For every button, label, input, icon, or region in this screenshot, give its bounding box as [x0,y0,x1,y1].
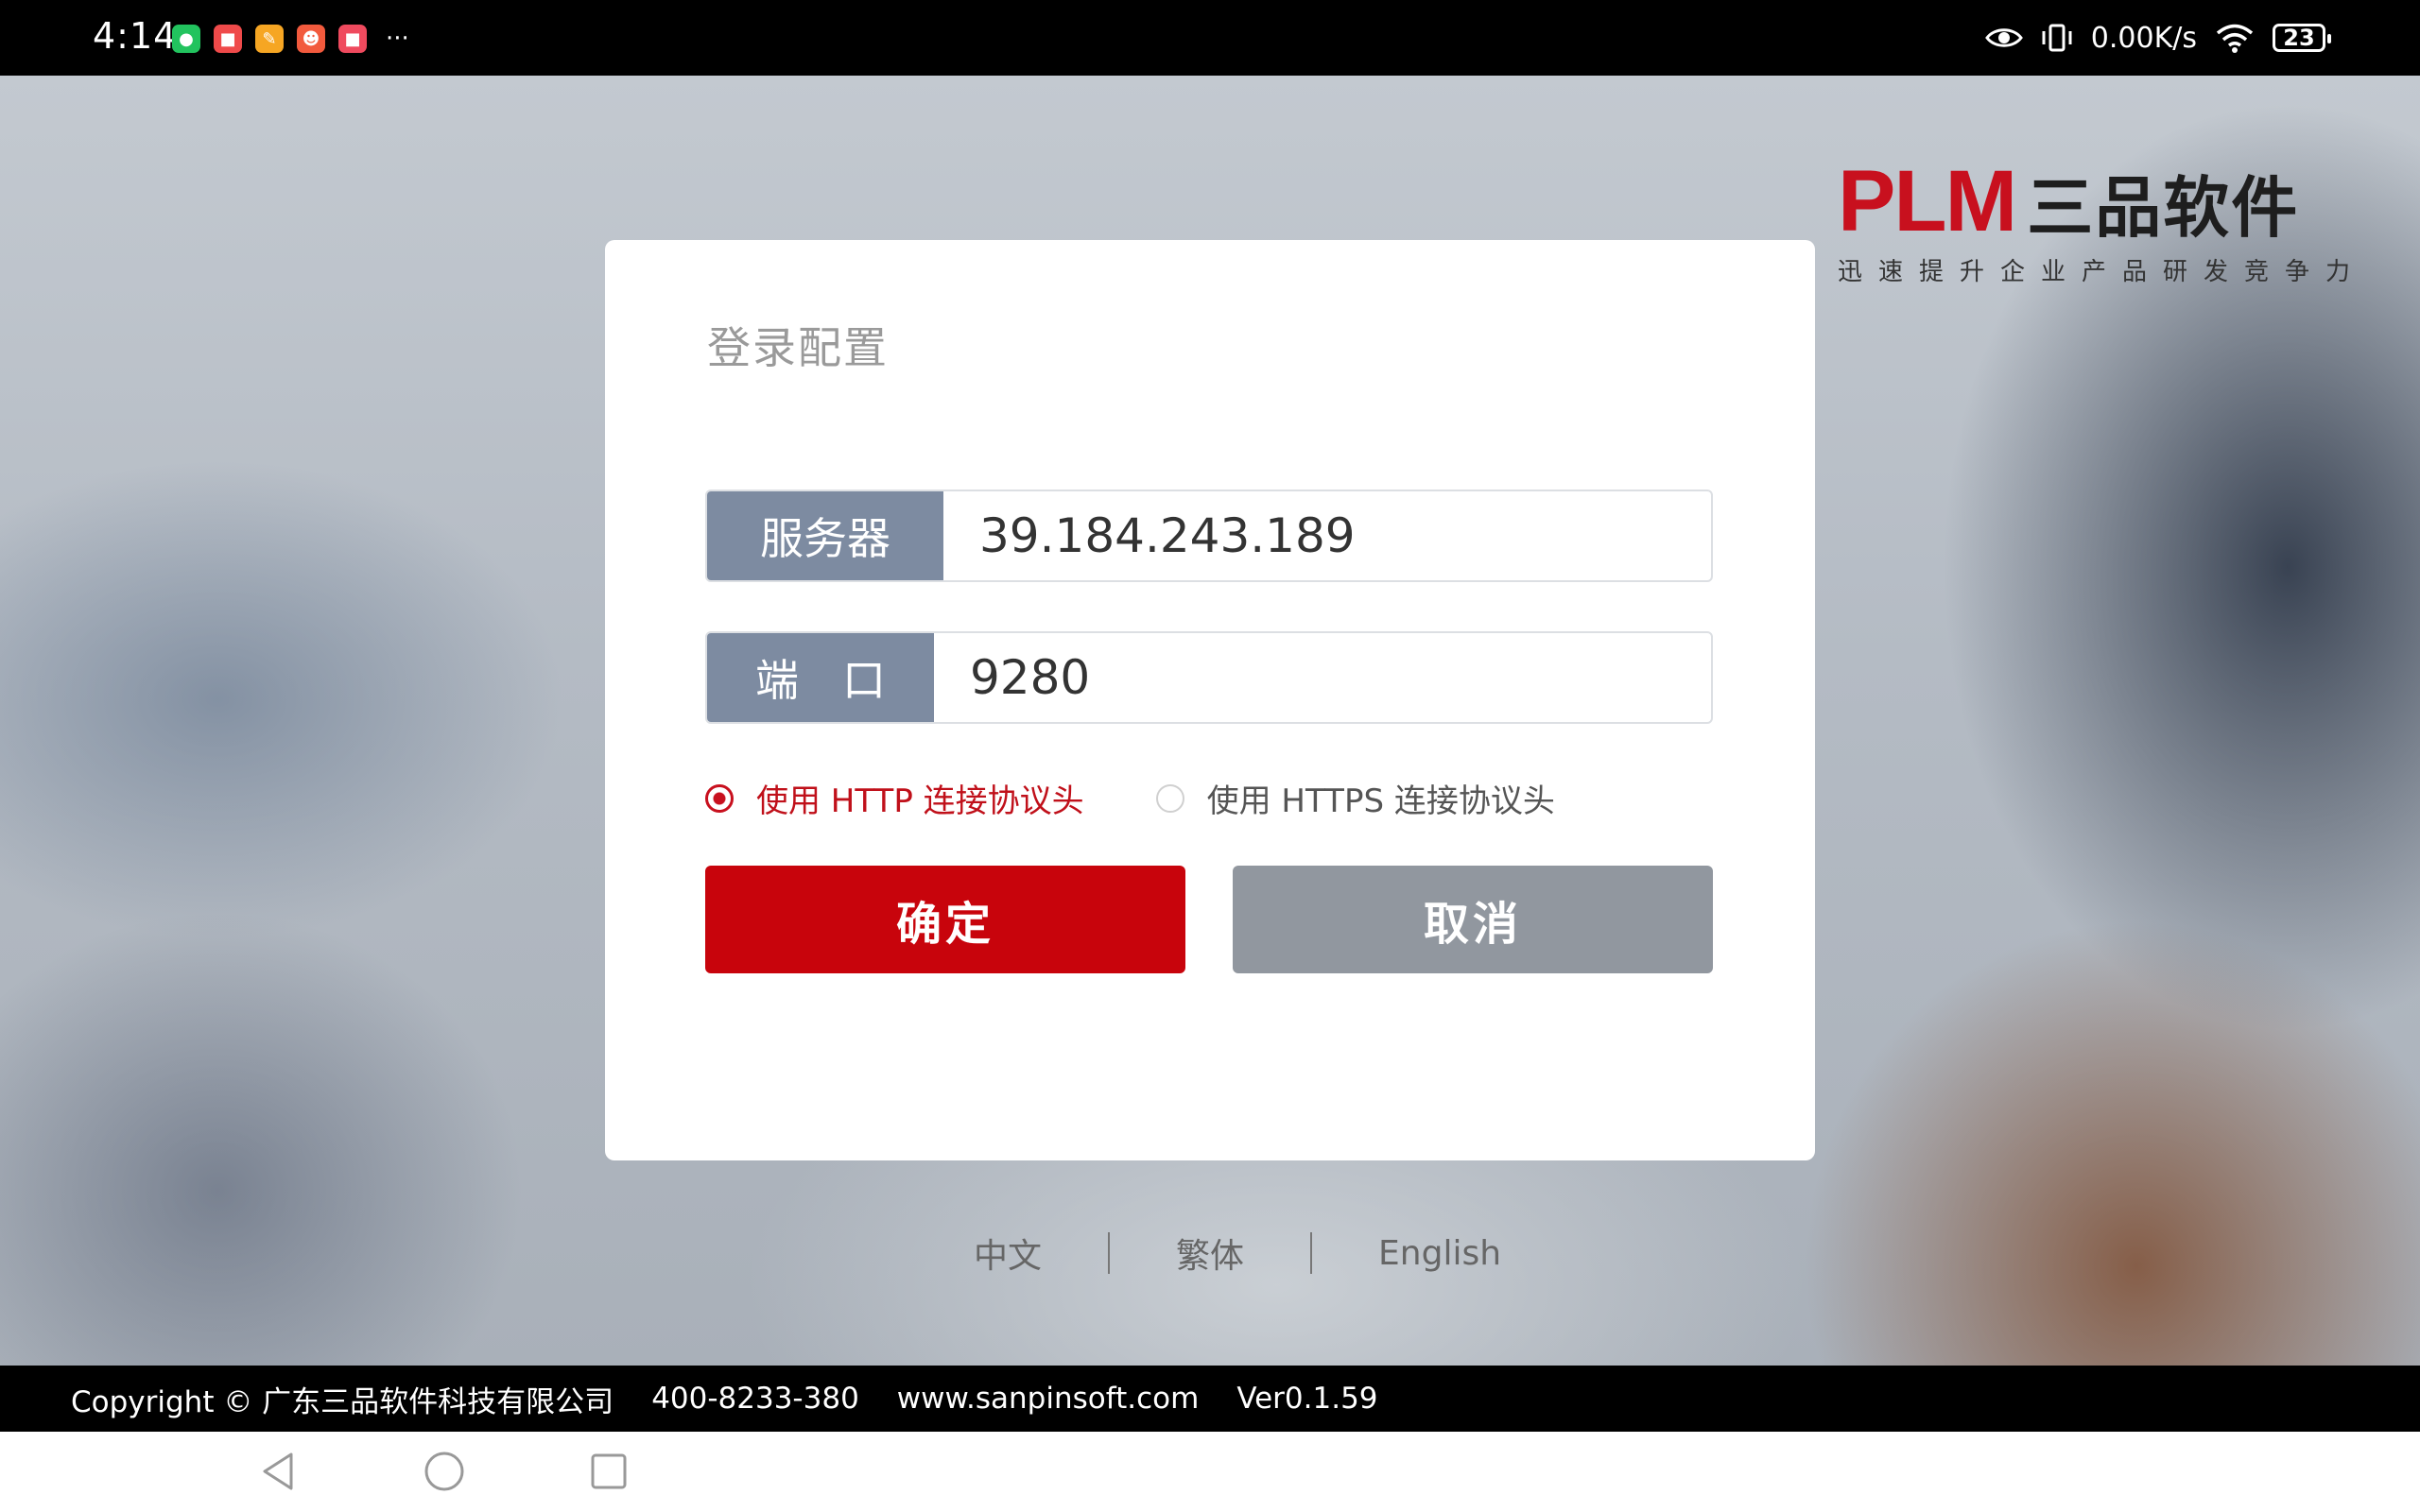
server-label: 服务器 [707,491,943,580]
app-tomato-icon: ☻ [297,25,325,53]
home-circle-icon [424,1452,464,1491]
server-field: 服务器 [705,490,1713,582]
confirm-button[interactable]: 确定 [705,866,1185,973]
dialog-title: 登录配置 [707,322,889,373]
more-notifications-icon: ··· [386,25,409,53]
recents-square-icon [591,1453,627,1489]
radio-https-circle[interactable] [1155,783,1184,813]
screen: 4:14 ● ■ ✎ ☻ ■ ··· 0.00K/s 23 PLM 三品软件 迅… [0,0,2420,1512]
back-triangle-icon [263,1452,293,1490]
status-time: 4:14 [93,15,178,57]
radio-http-circle[interactable] [705,783,734,813]
radio-http[interactable]: 使用 HTTP 连接协议头 [705,775,1084,821]
logo-tagline: 迅速提升企业产品研发竞争力 [1838,258,2367,286]
cancel-button[interactable]: 取消 [1233,866,1713,973]
logo-company-name: 三品软件 [2027,169,2300,247]
app-orange-icon: ✎ [255,25,284,53]
footer-copyright: Copyright © 广东三品软件科技有限公司 [71,1384,614,1419]
lang-traditional[interactable]: 繁体 [1176,1228,1244,1278]
vibrate-icon [2042,24,2072,52]
lang-divider [1310,1232,1313,1274]
app-pink-icon: ■ [338,25,367,53]
server-input[interactable] [943,491,1711,580]
radio-http-label: 使用 HTTP 连接协议头 [756,782,1084,820]
login-config-dialog: 登录配置 服务器 端 口 使用 HTTP 连接协议头 使用 HTTPS 连接协议… [605,240,1815,1160]
status-bar: 4:14 ● ■ ✎ ☻ ■ ··· 0.00K/s 23 [0,0,2420,76]
footer: Copyright © 广东三品软件科技有限公司 400-8233-380 ww… [0,1366,2420,1432]
lang-chinese[interactable]: 中文 [974,1228,1042,1278]
footer-phone: 400-8233-380 [651,1382,859,1416]
logo-plm: PLM [1838,153,2017,249]
home-button[interactable] [424,1451,465,1492]
company-logo: PLM 三品软件 迅速提升企业产品研发竞争力 [1838,153,2367,287]
app-red-icon: ■ [214,25,242,53]
network-speed: 0.00K/s [2090,21,2197,55]
wifi-icon [2216,24,2254,53]
footer-website: www.sanpinsoft.com [896,1382,1200,1416]
recents-button[interactable] [588,1451,630,1492]
footer-version: Ver0.1.59 [1236,1382,1378,1416]
lang-english[interactable]: English [1378,1234,1501,1273]
notification-icons: ● ■ ✎ ☻ ■ ··· [172,25,409,53]
status-right: 0.00K/s 23 [1984,17,2331,59]
language-switcher: 中文 繁体 English [974,1228,1501,1278]
radio-https[interactable]: 使用 HTTPS 连接协议头 [1155,775,1555,821]
port-label: 端 口 [707,633,934,722]
battery-level: 23 [2283,25,2315,51]
battery-icon: 23 [2273,24,2331,52]
lang-divider [1108,1232,1111,1274]
protocol-radio-group: 使用 HTTP 连接协议头 使用 HTTPS 连接协议头 [705,775,1627,821]
system-nav-bar [0,1432,2420,1512]
eye-icon [1984,28,2023,47]
port-field: 端 口 [705,631,1713,724]
radio-https-label: 使用 HTTPS 连接协议头 [1206,782,1555,820]
back-button[interactable] [257,1451,299,1492]
port-input[interactable] [934,633,1711,722]
wechat-icon: ● [172,25,200,53]
